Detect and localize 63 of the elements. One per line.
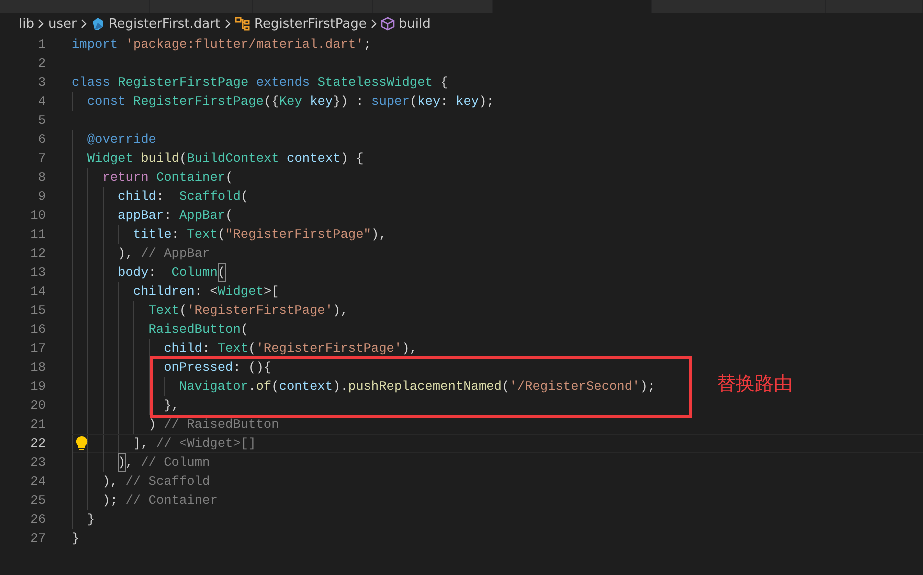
code-line: children: <Widget>[ [72,282,923,301]
chevron-icon [370,19,378,29]
line-number: 7 [37,150,46,168]
line-number: 21 [30,416,46,434]
line-number: 23 [30,454,46,472]
code-line: return Container( [72,168,923,187]
code-line: ], // <Widget>[] [72,434,923,453]
code-line: class RegisterFirstPage extends StatelessWidget { [72,74,450,92]
code-line: } [72,510,923,529]
class-icon [234,17,251,31]
breadcrumb-item[interactable]: build [398,16,431,32]
line-number: 12 [30,245,46,263]
cube-icon [380,17,395,31]
code-line: Widget build(BuildContext context) { [72,149,923,168]
breadcrumb-item[interactable]: RegisterFirstPage [254,16,367,32]
chevron-icon [37,19,46,29]
line-number: 25 [30,492,46,510]
chevron-icon [80,19,88,29]
line-number: 24 [30,473,46,491]
code-line: ), // Column [72,453,923,472]
line-number: 9 [37,188,46,206]
dart-file-icon [90,17,105,31]
line-number: 2 [37,55,46,73]
code-line: appBar: AppBar( [72,206,923,225]
code-line: ); // Container [72,491,923,510]
code-line: ), // AppBar [72,244,923,263]
line-number: 1 [37,36,46,54]
breadcrumb-item[interactable]: RegisterFirst.dart [108,16,221,32]
code-line: }, [72,396,923,415]
line-number: 4 [37,93,46,111]
breadcrumb-item[interactable]: lib [19,16,34,32]
line-number: 20 [30,397,46,415]
line-number: 19 [30,378,46,396]
code-line: title: Text("RegisterFirstPage"), [72,225,923,244]
code-line: child: Scaffold( [72,187,923,206]
code-line: ) // RaisedButton [72,415,923,434]
code-line: const RegisterFirstPage({Key key}) : super(key: key); [72,92,923,111]
line-number: 22 [30,435,46,453]
code-line: RaisedButton( [72,320,923,339]
line-number: 18 [30,359,46,377]
line-number: 3 [37,74,46,92]
line-number: 15 [30,302,46,320]
line-number: 27 [30,530,46,548]
line-number: 5 [37,112,46,130]
line-number: 26 [30,511,46,529]
code-line: Text('RegisterFirstPage'), [72,301,923,320]
code-line: } [72,530,81,548]
line-number: 8 [37,169,46,187]
code-line: body: Column( [72,263,923,282]
breadcrumb-item[interactable]: user [48,16,77,32]
chevron-icon [224,19,232,29]
code-line: ), // Scaffold [72,472,923,491]
code-line: @override [72,130,923,149]
code-line: child: Text('RegisterFirstPage'), [72,339,923,358]
line-number: 16 [30,321,46,339]
line-number: 14 [30,283,46,301]
line-number: 11 [30,226,46,244]
code-line: import 'package:flutter/material.dart'; [72,36,373,54]
line-number: 6 [37,131,46,149]
line-number: 17 [30,340,46,358]
line-number: 13 [30,264,46,282]
line-number: 10 [30,207,46,225]
lightbulb-icon[interactable] [76,436,88,451]
